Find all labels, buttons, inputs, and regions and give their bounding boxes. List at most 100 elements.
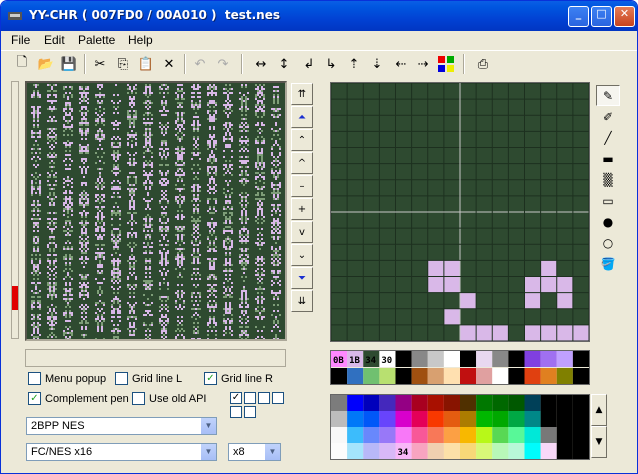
sprite-pixel	[117, 128, 119, 130]
palette-info-icon[interactable]: ⎙	[472, 53, 494, 75]
circle-tool-icon[interactable]: ○	[596, 232, 620, 253]
menu-help[interactable]: Help	[128, 33, 153, 47]
delete-icon[interactable]: ✕	[158, 53, 180, 75]
shift-left-icon[interactable]: ⇠	[390, 53, 412, 75]
sprite-pixel	[215, 302, 217, 304]
menu-edit[interactable]: Edit	[44, 33, 65, 47]
sprite-pixel	[255, 176, 257, 178]
new-file-icon[interactable]: 🗋	[11, 53, 33, 75]
sprite-pixel	[143, 230, 145, 232]
redo-icon[interactable]: ↷	[212, 53, 234, 75]
nav-page-up-button[interactable]: ⌃	[291, 129, 313, 151]
sprite-pixel	[147, 310, 149, 312]
paste-icon[interactable]: 📋	[135, 53, 157, 75]
sprite-pixel	[81, 274, 83, 276]
sprite-pixel	[147, 312, 149, 314]
close-button[interactable]: ✕	[614, 6, 635, 27]
sprite-pixel	[85, 204, 87, 206]
sprite-pixel	[103, 162, 105, 164]
shift-down-icon[interactable]: ⇣	[366, 53, 388, 75]
flip-horizontal-icon[interactable]: ↔	[250, 53, 272, 75]
sprite-pixel	[175, 228, 177, 230]
rotate-left-icon[interactable]: ↲	[298, 53, 320, 75]
sprite-pixel	[183, 200, 185, 202]
sprite-pixel	[259, 92, 261, 94]
minimize-button[interactable]: _	[568, 6, 589, 27]
nav-down-button[interactable]: v	[291, 221, 313, 243]
nav-top-button[interactable]: ⇈	[291, 83, 313, 105]
sprite-pixel	[143, 224, 145, 226]
sprite-pixel	[273, 264, 275, 266]
sprite-pixel	[175, 300, 177, 302]
line-tool-icon[interactable]: ╱	[596, 127, 620, 148]
sprite-pixel	[119, 218, 121, 220]
sprite-pixel	[263, 172, 265, 174]
sprite-pixel	[113, 240, 115, 242]
sprite-pixel	[229, 254, 231, 256]
color-palette-canvas[interactable]: 34	[331, 395, 589, 459]
sprite-pixel	[175, 188, 177, 190]
rotate-right-icon[interactable]: ↳	[320, 53, 342, 75]
menu-file[interactable]: File	[11, 33, 30, 47]
flip-vertical-icon[interactable]: ↕	[273, 53, 295, 75]
nav-page-down-fast-button[interactable]: ⏷	[291, 267, 313, 289]
nav-page-up-fast-button[interactable]: ⏶	[291, 106, 313, 128]
sprite-pixel	[183, 164, 185, 166]
sprite-pixel	[247, 124, 249, 126]
maximize-button[interactable]: □	[591, 6, 612, 27]
sprite-pixel	[103, 318, 105, 320]
nav-bottom-button[interactable]: ⇊	[291, 290, 313, 312]
sprite-pixel	[71, 118, 73, 120]
sprite-pixel	[145, 112, 147, 114]
cut-icon[interactable]: ✂	[89, 53, 111, 75]
filled-rect-tool-icon[interactable]: ▬	[596, 148, 620, 169]
save-icon[interactable]: 💾	[58, 53, 80, 75]
color-palette[interactable]: 34	[330, 394, 590, 460]
nav-page-down-button[interactable]: ⌄	[291, 244, 313, 266]
sprite-pixel	[87, 296, 89, 298]
sprite-pixel	[37, 202, 39, 204]
shift-up-icon[interactable]: ⇡	[343, 53, 365, 75]
copy-icon[interactable]: ⎘	[112, 53, 134, 75]
nes-color-swatch	[331, 395, 348, 411]
nes-color-swatch	[540, 395, 557, 411]
open-folder-icon[interactable]: 📂	[35, 53, 57, 75]
filled-circle-tool-icon[interactable]: ●	[596, 211, 620, 232]
scroll-position-marker[interactable]	[12, 286, 18, 310]
fill-bucket-tool-icon[interactable]: 🪣	[596, 253, 620, 274]
palette-set-canvas[interactable]: 0B 1B 34 30	[331, 351, 589, 384]
sprite-pixel	[241, 118, 243, 120]
sprite-pixel	[117, 150, 119, 152]
sprite-pixel	[83, 190, 85, 192]
nav-plus-button[interactable]: +	[291, 198, 313, 220]
pen-tool-icon[interactable]: ✐	[596, 106, 620, 127]
pixel-editor-canvas[interactable]	[330, 82, 590, 342]
title-bar[interactable]: YY-CHR ( 007FD0 / 00A010 ) test.nes _ □ …	[1, 1, 637, 31]
replace-color-icon[interactable]	[435, 53, 457, 75]
palette-set[interactable]: 0B 1B 34 30	[330, 350, 590, 385]
sprite-pixel	[143, 294, 145, 296]
pixel-editor[interactable]	[330, 82, 590, 342]
sprite-pixel	[87, 88, 89, 90]
nav-up-button[interactable]: ^	[291, 152, 313, 174]
menu-palette[interactable]: Palette	[78, 33, 115, 47]
tile-sheet-canvas[interactable]	[27, 83, 285, 339]
sprite-pixel	[161, 124, 163, 126]
sprite-pixel	[207, 202, 209, 204]
shift-right-icon[interactable]: ⇢	[412, 53, 434, 75]
sprite-pixel	[177, 234, 179, 236]
pattern-fill-tool-icon[interactable]: ▒	[596, 169, 620, 190]
sprite-pixel	[279, 152, 281, 154]
sprite-pixel	[33, 94, 35, 96]
sprite-pixel	[245, 216, 247, 218]
pencil-tool-icon[interactable]: ✎	[596, 85, 620, 106]
sprite-pixel	[47, 226, 49, 228]
undo-icon[interactable]: ↶	[189, 53, 211, 75]
tile-sheet-view[interactable]	[25, 81, 287, 341]
sprite-pixel	[183, 302, 185, 304]
sprite-pixel	[245, 326, 247, 328]
rect-tool-icon[interactable]: ▭	[596, 190, 620, 211]
nav-minus-button[interactable]: –	[291, 175, 313, 197]
sprite-pixel	[215, 160, 217, 162]
sprite-pixel	[85, 112, 87, 114]
